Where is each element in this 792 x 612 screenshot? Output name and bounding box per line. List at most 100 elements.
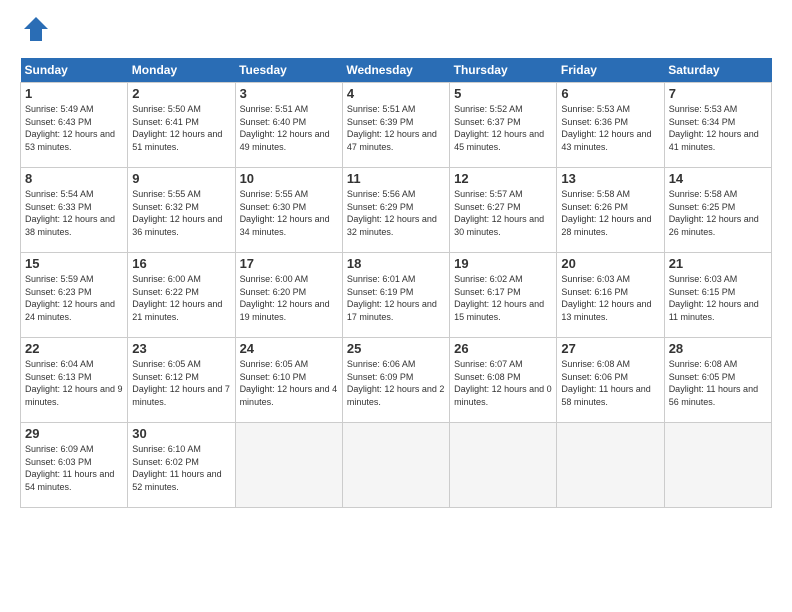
day-number: 15: [25, 256, 123, 271]
day-info: Sunrise: 5:49 AMSunset: 6:43 PMDaylight:…: [25, 103, 123, 153]
calendar-cell: 18 Sunrise: 6:01 AMSunset: 6:19 PMDayligh…: [342, 253, 449, 338]
day-number: 11: [347, 171, 445, 186]
calendar-cell: 30 Sunrise: 6:10 AMSunset: 6:02 PMDayligh…: [128, 423, 235, 508]
day-info: Sunrise: 5:52 AMSunset: 6:37 PMDaylight:…: [454, 103, 552, 153]
day-info: Sunrise: 6:03 AMSunset: 6:15 PMDaylight:…: [669, 273, 767, 323]
header-day-monday: Monday: [128, 58, 235, 83]
calendar-cell: [235, 423, 342, 508]
header-day-sunday: Sunday: [21, 58, 128, 83]
day-info: Sunrise: 5:58 AMSunset: 6:25 PMDaylight:…: [669, 188, 767, 238]
header-day-saturday: Saturday: [664, 58, 771, 83]
day-info: Sunrise: 5:51 AMSunset: 6:39 PMDaylight:…: [347, 103, 445, 153]
logo-icon: [22, 15, 50, 43]
day-number: 9: [132, 171, 230, 186]
page-container: SundayMondayTuesdayWednesdayThursdayFrid…: [0, 0, 792, 518]
day-number: 5: [454, 86, 552, 101]
calendar-cell: 10 Sunrise: 5:55 AMSunset: 6:30 PMDayligh…: [235, 168, 342, 253]
day-number: 17: [240, 256, 338, 271]
calendar-cell: 16 Sunrise: 6:00 AMSunset: 6:22 PMDayligh…: [128, 253, 235, 338]
day-number: 13: [561, 171, 659, 186]
calendar-cell: 5 Sunrise: 5:52 AMSunset: 6:37 PMDaylight…: [450, 83, 557, 168]
header: [20, 15, 772, 48]
calendar-week-2: 8 Sunrise: 5:54 AMSunset: 6:33 PMDaylight…: [21, 168, 772, 253]
day-number: 4: [347, 86, 445, 101]
day-number: 1: [25, 86, 123, 101]
day-number: 20: [561, 256, 659, 271]
day-number: 10: [240, 171, 338, 186]
calendar-cell: 29 Sunrise: 6:09 AMSunset: 6:03 PMDayligh…: [21, 423, 128, 508]
calendar-cell: 19 Sunrise: 6:02 AMSunset: 6:17 PMDayligh…: [450, 253, 557, 338]
day-info: Sunrise: 6:04 AMSunset: 6:13 PMDaylight:…: [25, 358, 123, 408]
day-info: Sunrise: 5:58 AMSunset: 6:26 PMDaylight:…: [561, 188, 659, 238]
calendar-cell: 13 Sunrise: 5:58 AMSunset: 6:26 PMDayligh…: [557, 168, 664, 253]
day-info: Sunrise: 6:02 AMSunset: 6:17 PMDaylight:…: [454, 273, 552, 323]
day-number: 18: [347, 256, 445, 271]
day-info: Sunrise: 5:53 AMSunset: 6:34 PMDaylight:…: [669, 103, 767, 153]
header-row: SundayMondayTuesdayWednesdayThursdayFrid…: [21, 58, 772, 83]
calendar-cell: 12 Sunrise: 5:57 AMSunset: 6:27 PMDayligh…: [450, 168, 557, 253]
day-info: Sunrise: 5:59 AMSunset: 6:23 PMDaylight:…: [25, 273, 123, 323]
day-info: Sunrise: 5:57 AMSunset: 6:27 PMDaylight:…: [454, 188, 552, 238]
day-info: Sunrise: 5:54 AMSunset: 6:33 PMDaylight:…: [25, 188, 123, 238]
day-number: 21: [669, 256, 767, 271]
day-number: 29: [25, 426, 123, 441]
day-number: 16: [132, 256, 230, 271]
day-number: 3: [240, 86, 338, 101]
day-info: Sunrise: 6:01 AMSunset: 6:19 PMDaylight:…: [347, 273, 445, 323]
header-day-thursday: Thursday: [450, 58, 557, 83]
header-day-wednesday: Wednesday: [342, 58, 449, 83]
calendar-cell: 24Sunrise: 6:05 AMSunset: 6:10 PMDayligh…: [235, 338, 342, 423]
day-number: 12: [454, 171, 552, 186]
day-info: Sunrise: 5:56 AMSunset: 6:29 PMDaylight:…: [347, 188, 445, 238]
day-number: 19: [454, 256, 552, 271]
calendar-cell: 11 Sunrise: 5:56 AMSunset: 6:29 PMDayligh…: [342, 168, 449, 253]
day-info: Sunrise: 6:03 AMSunset: 6:16 PMDaylight:…: [561, 273, 659, 323]
calendar-week-1: 1 Sunrise: 5:49 AMSunset: 6:43 PMDaylight…: [21, 83, 772, 168]
day-info: Sunrise: 6:10 AMSunset: 6:02 PMDaylight:…: [132, 443, 230, 493]
day-number: 7: [669, 86, 767, 101]
day-number: 30: [132, 426, 230, 441]
day-info: Sunrise: 6:05 AMSunset: 6:10 PMDaylight:…: [240, 358, 338, 408]
calendar-cell: 27Sunrise: 6:08 AMSunset: 6:06 PMDayligh…: [557, 338, 664, 423]
day-number: 8: [25, 171, 123, 186]
header-day-tuesday: Tuesday: [235, 58, 342, 83]
day-number: 26: [454, 341, 552, 356]
calendar-week-5: 29 Sunrise: 6:09 AMSunset: 6:03 PMDayligh…: [21, 423, 772, 508]
calendar-cell: 20 Sunrise: 6:03 AMSunset: 6:16 PMDayligh…: [557, 253, 664, 338]
calendar-cell: 6 Sunrise: 5:53 AMSunset: 6:36 PMDaylight…: [557, 83, 664, 168]
calendar-cell: [557, 423, 664, 508]
day-info: Sunrise: 6:08 AMSunset: 6:05 PMDaylight:…: [669, 358, 767, 408]
day-info: Sunrise: 6:09 AMSunset: 6:03 PMDaylight:…: [25, 443, 123, 493]
calendar-cell: 3 Sunrise: 5:51 AMSunset: 6:40 PMDaylight…: [235, 83, 342, 168]
day-info: Sunrise: 5:55 AMSunset: 6:30 PMDaylight:…: [240, 188, 338, 238]
calendar-table: SundayMondayTuesdayWednesdayThursdayFrid…: [20, 58, 772, 508]
day-info: Sunrise: 6:00 AMSunset: 6:20 PMDaylight:…: [240, 273, 338, 323]
calendar-cell: 4 Sunrise: 5:51 AMSunset: 6:39 PMDaylight…: [342, 83, 449, 168]
calendar-cell: 21 Sunrise: 6:03 AMSunset: 6:15 PMDayligh…: [664, 253, 771, 338]
calendar-cell: 2 Sunrise: 5:50 AMSunset: 6:41 PMDaylight…: [128, 83, 235, 168]
day-info: Sunrise: 5:51 AMSunset: 6:40 PMDaylight:…: [240, 103, 338, 153]
day-info: Sunrise: 5:50 AMSunset: 6:41 PMDaylight:…: [132, 103, 230, 153]
calendar-cell: 17 Sunrise: 6:00 AMSunset: 6:20 PMDayligh…: [235, 253, 342, 338]
calendar-week-3: 15 Sunrise: 5:59 AMSunset: 6:23 PMDayligh…: [21, 253, 772, 338]
day-info: Sunrise: 6:06 AMSunset: 6:09 PMDaylight:…: [347, 358, 445, 408]
day-info: Sunrise: 6:08 AMSunset: 6:06 PMDaylight:…: [561, 358, 659, 408]
day-number: 2: [132, 86, 230, 101]
calendar-cell: 9 Sunrise: 5:55 AMSunset: 6:32 PMDaylight…: [128, 168, 235, 253]
day-info: Sunrise: 6:00 AMSunset: 6:22 PMDaylight:…: [132, 273, 230, 323]
calendar-cell: [664, 423, 771, 508]
calendar-cell: 1 Sunrise: 5:49 AMSunset: 6:43 PMDaylight…: [21, 83, 128, 168]
day-number: 28: [669, 341, 767, 356]
header-day-friday: Friday: [557, 58, 664, 83]
day-number: 22: [25, 341, 123, 356]
calendar-week-4: 22 Sunrise: 6:04 AMSunset: 6:13 PMDayligh…: [21, 338, 772, 423]
day-info: Sunrise: 6:07 AMSunset: 6:08 PMDaylight:…: [454, 358, 552, 408]
calendar-cell: 25Sunrise: 6:06 AMSunset: 6:09 PMDayligh…: [342, 338, 449, 423]
day-info: Sunrise: 5:53 AMSunset: 6:36 PMDaylight:…: [561, 103, 659, 153]
calendar-cell: [450, 423, 557, 508]
day-info: Sunrise: 5:55 AMSunset: 6:32 PMDaylight:…: [132, 188, 230, 238]
logo: [20, 15, 50, 48]
day-number: 6: [561, 86, 659, 101]
calendar-cell: [342, 423, 449, 508]
calendar-cell: 7 Sunrise: 5:53 AMSunset: 6:34 PMDaylight…: [664, 83, 771, 168]
